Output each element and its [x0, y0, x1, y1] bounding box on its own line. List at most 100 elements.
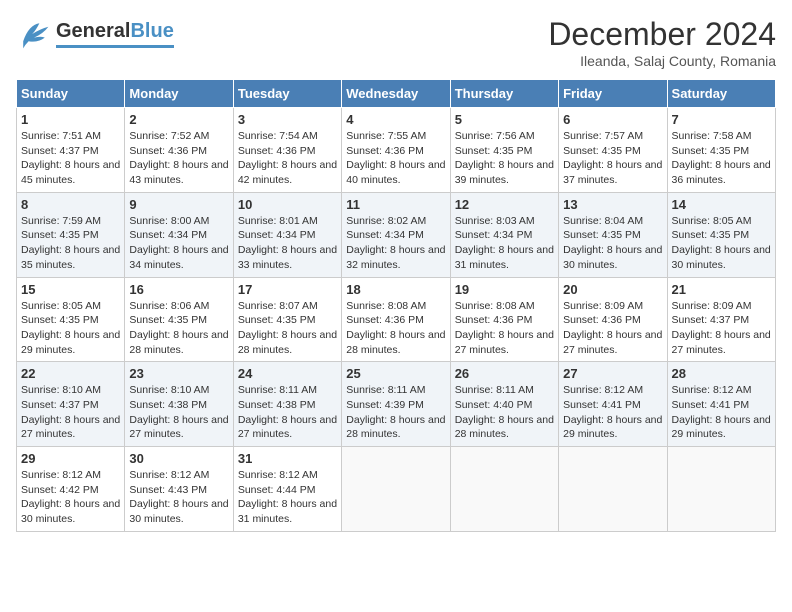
day-number: 12 [455, 197, 554, 212]
day-number: 30 [129, 451, 228, 466]
day-number: 24 [238, 366, 337, 381]
sunrise-text: Sunrise: 8:06 AM [129, 300, 209, 312]
weekday-header-saturday: Saturday [667, 80, 775, 108]
day-number: 29 [21, 451, 120, 466]
sunset-text: Sunset: 4:35 PM [672, 229, 750, 241]
daylight-text: Daylight: 8 hours and 30 minutes. [21, 498, 120, 525]
daylight-text: Daylight: 8 hours and 35 minutes. [21, 244, 120, 271]
weekday-header-friday: Friday [559, 80, 667, 108]
sunrise-text: Sunrise: 8:05 AM [21, 300, 101, 312]
sunset-text: Sunset: 4:34 PM [129, 229, 207, 241]
daylight-text: Daylight: 8 hours and 30 minutes. [563, 244, 662, 271]
sunset-text: Sunset: 4:37 PM [672, 314, 750, 326]
day-number: 17 [238, 282, 337, 297]
sunset-text: Sunset: 4:35 PM [563, 229, 641, 241]
sunset-text: Sunset: 4:36 PM [346, 145, 424, 157]
calendar-cell: 8 Sunrise: 7:59 AM Sunset: 4:35 PM Dayli… [17, 192, 125, 277]
day-number: 25 [346, 366, 445, 381]
day-info: Sunrise: 8:12 AM Sunset: 4:41 PM Dayligh… [563, 383, 662, 442]
daylight-text: Daylight: 8 hours and 28 minutes. [238, 329, 337, 356]
sunset-text: Sunset: 4:34 PM [346, 229, 424, 241]
day-number: 16 [129, 282, 228, 297]
sunset-text: Sunset: 4:35 PM [455, 145, 533, 157]
day-number: 3 [238, 112, 337, 127]
day-info: Sunrise: 7:59 AM Sunset: 4:35 PM Dayligh… [21, 214, 120, 273]
sunrise-text: Sunrise: 8:00 AM [129, 215, 209, 227]
sunrise-text: Sunrise: 8:12 AM [238, 469, 318, 481]
sunset-text: Sunset: 4:44 PM [238, 484, 316, 496]
calendar-table: SundayMondayTuesdayWednesdayThursdayFrid… [16, 79, 776, 532]
sunset-text: Sunset: 4:40 PM [455, 399, 533, 411]
logo-blue: Blue [130, 20, 173, 43]
calendar-cell: 1 Sunrise: 7:51 AM Sunset: 4:37 PM Dayli… [17, 108, 125, 193]
daylight-text: Daylight: 8 hours and 27 minutes. [129, 414, 228, 441]
calendar-cell: 22 Sunrise: 8:10 AM Sunset: 4:37 PM Dayl… [17, 362, 125, 447]
sunrise-text: Sunrise: 7:54 AM [238, 130, 318, 142]
weekday-header-monday: Monday [125, 80, 233, 108]
day-info: Sunrise: 8:08 AM Sunset: 4:36 PM Dayligh… [455, 299, 554, 358]
sunset-text: Sunset: 4:36 PM [563, 314, 641, 326]
sunset-text: Sunset: 4:35 PM [21, 314, 99, 326]
calendar-cell: 26 Sunrise: 8:11 AM Sunset: 4:40 PM Dayl… [450, 362, 558, 447]
calendar-cell: 6 Sunrise: 7:57 AM Sunset: 4:35 PM Dayli… [559, 108, 667, 193]
daylight-text: Daylight: 8 hours and 28 minutes. [455, 414, 554, 441]
sunrise-text: Sunrise: 8:03 AM [455, 215, 535, 227]
day-info: Sunrise: 7:54 AM Sunset: 4:36 PM Dayligh… [238, 129, 337, 188]
weekday-header-tuesday: Tuesday [233, 80, 341, 108]
sunrise-text: Sunrise: 8:09 AM [672, 300, 752, 312]
sunset-text: Sunset: 4:36 PM [238, 145, 316, 157]
calendar-cell: 28 Sunrise: 8:12 AM Sunset: 4:41 PM Dayl… [667, 362, 775, 447]
day-info: Sunrise: 8:03 AM Sunset: 4:34 PM Dayligh… [455, 214, 554, 273]
day-info: Sunrise: 8:12 AM Sunset: 4:41 PM Dayligh… [672, 383, 771, 442]
day-number: 9 [129, 197, 228, 212]
day-info: Sunrise: 7:52 AM Sunset: 4:36 PM Dayligh… [129, 129, 228, 188]
calendar-week-5: 29 Sunrise: 8:12 AM Sunset: 4:42 PM Dayl… [17, 447, 776, 532]
logo-bird-icon [16, 16, 52, 52]
sunset-text: Sunset: 4:35 PM [238, 314, 316, 326]
calendar-cell: 15 Sunrise: 8:05 AM Sunset: 4:35 PM Dayl… [17, 277, 125, 362]
daylight-text: Daylight: 8 hours and 30 minutes. [672, 244, 771, 271]
day-number: 31 [238, 451, 337, 466]
day-number: 2 [129, 112, 228, 127]
day-info: Sunrise: 7:51 AM Sunset: 4:37 PM Dayligh… [21, 129, 120, 188]
sunrise-text: Sunrise: 8:11 AM [455, 384, 534, 396]
daylight-text: Daylight: 8 hours and 27 minutes. [21, 414, 120, 441]
daylight-text: Daylight: 8 hours and 30 minutes. [129, 498, 228, 525]
day-number: 21 [672, 282, 771, 297]
sunrise-text: Sunrise: 7:51 AM [21, 130, 101, 142]
day-info: Sunrise: 7:57 AM Sunset: 4:35 PM Dayligh… [563, 129, 662, 188]
sunrise-text: Sunrise: 8:12 AM [21, 469, 101, 481]
sunset-text: Sunset: 4:43 PM [129, 484, 207, 496]
day-info: Sunrise: 8:12 AM Sunset: 4:43 PM Dayligh… [129, 468, 228, 527]
sunrise-text: Sunrise: 8:08 AM [455, 300, 535, 312]
sunrise-text: Sunrise: 8:11 AM [346, 384, 425, 396]
daylight-text: Daylight: 8 hours and 43 minutes. [129, 159, 228, 186]
daylight-text: Daylight: 8 hours and 40 minutes. [346, 159, 445, 186]
calendar-cell: 30 Sunrise: 8:12 AM Sunset: 4:43 PM Dayl… [125, 447, 233, 532]
calendar-cell [342, 447, 450, 532]
day-number: 15 [21, 282, 120, 297]
calendar-week-1: 1 Sunrise: 7:51 AM Sunset: 4:37 PM Dayli… [17, 108, 776, 193]
sunset-text: Sunset: 4:34 PM [238, 229, 316, 241]
day-info: Sunrise: 8:10 AM Sunset: 4:38 PM Dayligh… [129, 383, 228, 442]
sunrise-text: Sunrise: 7:58 AM [672, 130, 752, 142]
sunrise-text: Sunrise: 7:59 AM [21, 215, 101, 227]
day-number: 11 [346, 197, 445, 212]
calendar-cell: 5 Sunrise: 7:56 AM Sunset: 4:35 PM Dayli… [450, 108, 558, 193]
sunrise-text: Sunrise: 7:57 AM [563, 130, 643, 142]
logo-text: General Blue [56, 20, 174, 48]
calendar-week-3: 15 Sunrise: 8:05 AM Sunset: 4:35 PM Dayl… [17, 277, 776, 362]
day-number: 7 [672, 112, 771, 127]
daylight-text: Daylight: 8 hours and 29 minutes. [21, 329, 120, 356]
day-number: 8 [21, 197, 120, 212]
sunrise-text: Sunrise: 8:09 AM [563, 300, 643, 312]
sunrise-text: Sunrise: 8:01 AM [238, 215, 318, 227]
sunset-text: Sunset: 4:41 PM [563, 399, 641, 411]
day-info: Sunrise: 7:56 AM Sunset: 4:35 PM Dayligh… [455, 129, 554, 188]
daylight-text: Daylight: 8 hours and 39 minutes. [455, 159, 554, 186]
day-number: 20 [563, 282, 662, 297]
day-number: 18 [346, 282, 445, 297]
logo: General Blue [16, 16, 174, 52]
daylight-text: Daylight: 8 hours and 28 minutes. [346, 414, 445, 441]
calendar-cell: 14 Sunrise: 8:05 AM Sunset: 4:35 PM Dayl… [667, 192, 775, 277]
